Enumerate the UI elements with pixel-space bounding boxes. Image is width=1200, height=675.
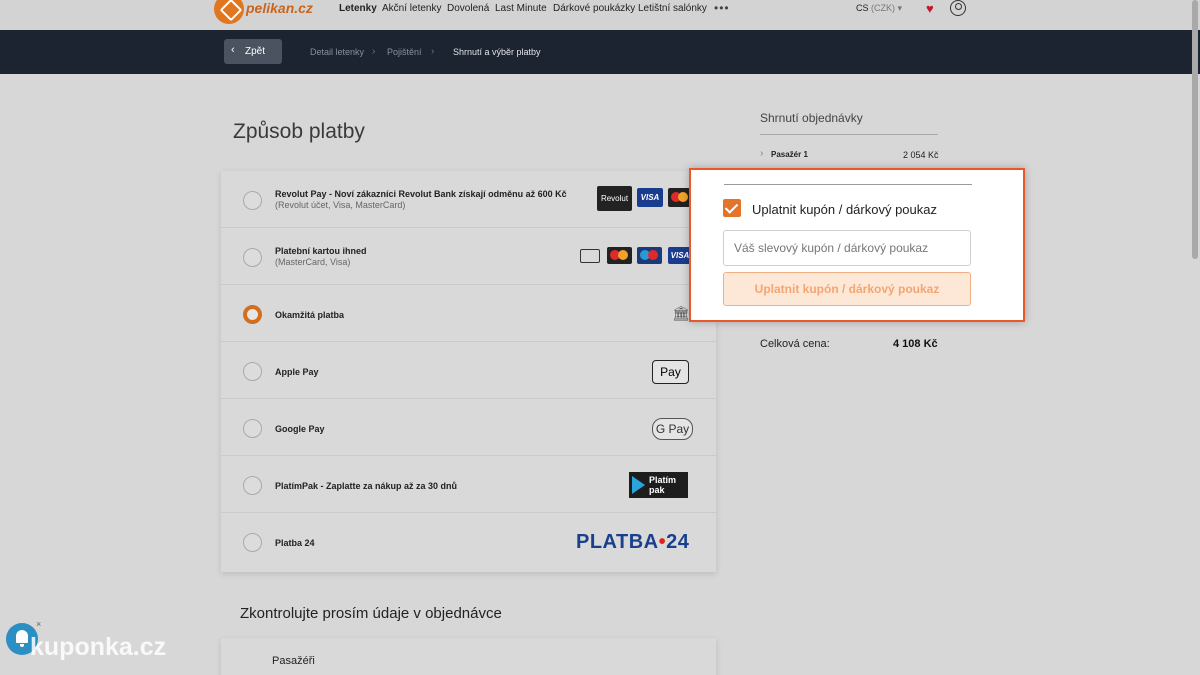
mastercard-logo [607,247,632,264]
payment-method-card[interactable]: Platební kartou ihned (MasterCard, Visa)… [221,228,716,285]
page-scrollbar[interactable] [1192,0,1198,259]
summary-passenger-label[interactable]: Pasažér 1 [771,150,808,159]
chevron-left-icon: ‹ [231,44,235,56]
nav-item-dovolena[interactable]: Dovolená [447,3,489,14]
currency-code: CS [856,3,869,13]
platba24-logo-part: 24 [666,531,690,553]
nav-item-darkove-poukazky[interactable]: Dárkové poukázky [553,3,635,14]
radio-instant-selected[interactable] [243,305,262,324]
payment-method-google-pay[interactable]: Google Pay G Pay [221,399,716,456]
payment-method-subtitle: (Revolut účet, Visa, MasterCard) [275,200,406,210]
passengers-card[interactable]: Pasažéři [221,638,716,675]
payment-method-title: Google Pay [275,424,325,434]
breadcrumb-step-detail[interactable]: Detail letenky [310,47,364,57]
card-icon [580,249,600,263]
more-menu-icon[interactable]: ••• [714,1,730,15]
close-icon[interactable]: × [36,619,41,629]
logo-text[interactable]: pelikan.cz [246,0,313,16]
payment-method-platba24[interactable]: Platba 24 PLATBA•24 [221,513,716,570]
platimpak-logo-line2: pak [649,485,665,495]
radio-platba24[interactable] [243,533,262,552]
visa-logo: VISA [637,188,663,207]
currency-selector[interactable]: CS (CZK) ▾ [856,3,902,14]
chevron-down-icon: ▾ [897,3,903,13]
coupon-checkbox-checked-icon[interactable] [723,199,741,217]
payment-method-title: Apple Pay [275,367,319,377]
platimpak-logo-line1: Platím [649,475,677,485]
summary-passenger-price: 2 054 Kč [903,150,939,160]
payment-method-title: Revolut Pay - Noví zákazníci Revolut Ban… [275,189,567,199]
back-button[interactable]: ‹ Zpět [224,39,282,64]
total-price-label: Celková cena: [760,338,830,350]
radio-google-pay[interactable] [243,419,262,438]
payment-method-instant[interactable]: Okamžitá platba 🏛 [221,285,716,342]
google-pay-logo: G Pay [652,418,693,440]
radio-apple-pay[interactable] [243,362,262,381]
nav-item-letenky[interactable]: Letenky [339,3,377,14]
chevron-right-icon: › [372,46,376,57]
total-price-value: 4 108 Kč [893,338,938,350]
payment-methods-list: Revolut Pay - Noví zákazníci Revolut Ban… [221,171,716,572]
apply-coupon-button[interactable]: Uplatnit kupón / dárkový poukaz [723,272,971,306]
page-title: Způsob platby [233,120,365,143]
payment-method-revolut[interactable]: Revolut Pay - Noví zákazníci Revolut Ban… [221,171,716,228]
divider [724,184,972,185]
breadcrumb-step-current: Shrnutí a výběr platby [453,47,541,57]
pelikan-logo-icon[interactable] [214,0,244,24]
maestro-logo [637,247,662,264]
coupon-panel: Uplatnit kupón / dárkový poukaz Uplatnit… [689,168,1025,322]
coupon-code-input[interactable] [723,230,971,266]
platba24-logo-part: PLATBA [576,531,659,553]
breadcrumb-bar: ‹ Zpět [0,30,1200,74]
divider [760,134,938,135]
watermark-text: kuponka.cz [30,633,167,661]
radio-platimpak[interactable] [243,476,262,495]
platba24-logo: PLATBA•24 [576,531,689,554]
payment-method-title: Platba 24 [275,538,315,548]
heart-icon[interactable]: ♥ [926,2,934,15]
revolut-logo: Revolut [597,186,632,211]
payment-method-platimpak[interactable]: PlatímPak - Zaplatte za nákup až za 30 d… [221,456,716,513]
back-button-label: Zpět [245,46,266,57]
nav-item-akcni-letenky[interactable]: Akční letenky [382,3,441,14]
payment-method-title: Okamžitá platba [275,310,345,320]
payment-method-title: Platební kartou ihned [275,246,367,256]
apple-pay-logo: Pay [652,360,689,384]
radio-card[interactable] [243,248,262,267]
platimpak-logo: Platím pak [629,472,688,498]
radio-revolut[interactable] [243,191,262,210]
order-summary-title: Shrnutí objednávky [760,111,863,125]
bank-icon: 🏛 [672,305,690,321]
payment-method-subtitle: (MasterCard, Visa) [275,257,351,267]
breadcrumb-step-pojisteni[interactable]: Pojištění [387,47,422,57]
top-navigation: pelikan.cz Letenky Akční letenky Dovolen… [0,0,1200,30]
payment-method-title: PlatímPak - Zaplatte za nákup až za 30 d… [275,481,458,491]
payment-method-apple-pay[interactable]: Apple Pay Pay [221,342,716,399]
currency-detail: (CZK) [871,3,896,13]
coupon-checkbox-label[interactable]: Uplatnit kupón / dárkový poukaz [752,202,937,217]
nav-item-last-minute[interactable]: Last Minute [495,3,547,14]
passengers-label: Pasažéři [272,655,315,667]
review-section-title: Zkontrolujte prosím údaje v objednávce [240,605,502,622]
user-icon[interactable] [950,0,966,16]
chevron-right-icon[interactable]: › [760,148,763,159]
chevron-right-icon: › [431,46,435,57]
platba24-logo-dot: • [658,531,667,553]
nav-item-letistni-salonky[interactable]: Letištní salónky [638,3,707,14]
